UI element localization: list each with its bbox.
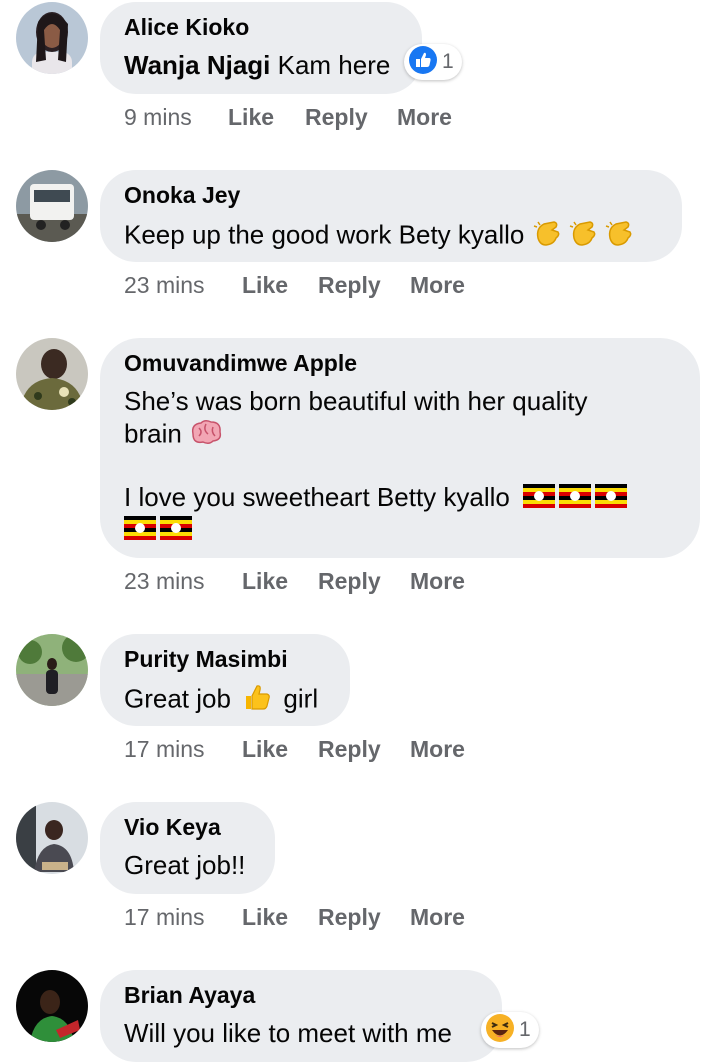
reaction-badge[interactable]: 1 <box>404 44 462 80</box>
comment-text-body: Keep up the good work Bety kyallo <box>124 219 525 250</box>
more-button[interactable]: More <box>397 104 452 131</box>
more-button[interactable]: More <box>410 736 465 763</box>
like-icon <box>408 45 438 80</box>
comment-text-body: Great job <box>124 683 231 714</box>
reaction-count: 1 <box>519 1018 531 1041</box>
comment-text-body: girl <box>283 683 319 714</box>
reply-button[interactable]: Reply <box>318 568 381 595</box>
clapping-hands-icon <box>568 218 600 255</box>
comment-author[interactable]: Brian Ayaya <box>124 982 255 1009</box>
comment-text-body: Kam here <box>277 50 391 80</box>
reaction-count: 1 <box>442 50 454 73</box>
avatar[interactable] <box>16 802 88 874</box>
more-button[interactable]: More <box>410 904 465 931</box>
like-button[interactable]: Like <box>242 568 288 595</box>
reply-button[interactable]: Reply <box>318 736 381 763</box>
comment-bubble: Purity Masimbi Great job girl <box>100 634 350 726</box>
comment-text: Great job!! <box>124 850 245 881</box>
comment-author[interactable]: Omuvandimwe Apple <box>124 350 357 377</box>
more-button[interactable]: More <box>410 272 465 299</box>
like-button[interactable]: Like <box>228 104 274 131</box>
laughing-face-icon <box>485 1013 515 1048</box>
mention-link[interactable]: Wanja Njagi <box>124 50 270 80</box>
comment-text-body: I love you sweetheart Betty kyallo <box>124 482 510 512</box>
avatar[interactable] <box>16 634 88 706</box>
uganda-flag-icon <box>160 515 192 547</box>
uganda-flag-icon <box>559 483 592 515</box>
comment-text: Wanja Njagi Kam here <box>124 50 390 81</box>
like-button[interactable]: Like <box>242 736 288 763</box>
comment-bubble: Onoka Jey Keep up the good work Bety kya… <box>100 170 682 262</box>
comment-bubble: Omuvandimwe Apple She’s was born beautif… <box>100 338 700 558</box>
comment-time: 23 mins <box>124 568 205 594</box>
reply-button[interactable]: Reply <box>305 104 368 131</box>
comment-text-body: She’s was born beautiful with her qualit… <box>124 386 588 416</box>
comment-text-line: She’s was born beautiful with her qualit… <box>124 386 587 417</box>
comment-bubble: Brian Ayaya Will you like to meet with m… <box>100 970 502 1062</box>
comment-text-line: I love you sweetheart Betty kyallo <box>124 482 628 515</box>
avatar[interactable] <box>16 2 88 74</box>
comment-text: Great job girl <box>124 682 318 719</box>
comment-author[interactable]: Alice Kioko <box>124 14 249 41</box>
thumbs-up-icon <box>242 682 272 719</box>
comment-time: 17 mins <box>124 904 205 930</box>
comment-text-body: Will you like to meet with me <box>124 1018 452 1048</box>
comment-time: 23 mins <box>124 272 205 298</box>
comment-bubble: Vio Keya Great job!! <box>100 802 275 894</box>
comment-text-body: brain <box>124 418 182 449</box>
brain-icon <box>189 418 223 453</box>
comment-text: Will you like to meet with me <box>124 1018 452 1049</box>
reply-button[interactable]: Reply <box>318 904 381 931</box>
comment-text-body: Great job!! <box>124 850 246 880</box>
comment-author[interactable]: Vio Keya <box>124 814 221 841</box>
reply-button[interactable]: Reply <box>318 272 381 299</box>
clapping-hands-icon <box>604 218 636 255</box>
comment-time: 9 mins <box>124 104 192 130</box>
uganda-flag-icon <box>124 515 156 547</box>
avatar[interactable] <box>16 170 88 242</box>
reaction-badge[interactable]: 1 <box>481 1012 539 1048</box>
comment-text: Keep up the good work Bety kyallo <box>124 218 636 255</box>
clapping-hands-icon <box>532 218 564 255</box>
comment-author[interactable]: Onoka Jey <box>124 182 240 209</box>
uganda-flag-icon <box>595 483 628 515</box>
avatar[interactable] <box>16 338 88 410</box>
comment-text-line: brain <box>124 418 223 453</box>
comment-time: 17 mins <box>124 736 205 762</box>
comment-author[interactable]: Purity Masimbi <box>124 646 288 673</box>
comment-text-line <box>124 514 192 547</box>
more-button[interactable]: More <box>410 568 465 595</box>
like-button[interactable]: Like <box>242 904 288 931</box>
comment-bubble: Alice Kioko Wanja Njagi Kam here <box>100 2 422 94</box>
avatar[interactable] <box>16 970 88 1042</box>
uganda-flag-icon <box>523 483 556 515</box>
like-button[interactable]: Like <box>242 272 288 299</box>
